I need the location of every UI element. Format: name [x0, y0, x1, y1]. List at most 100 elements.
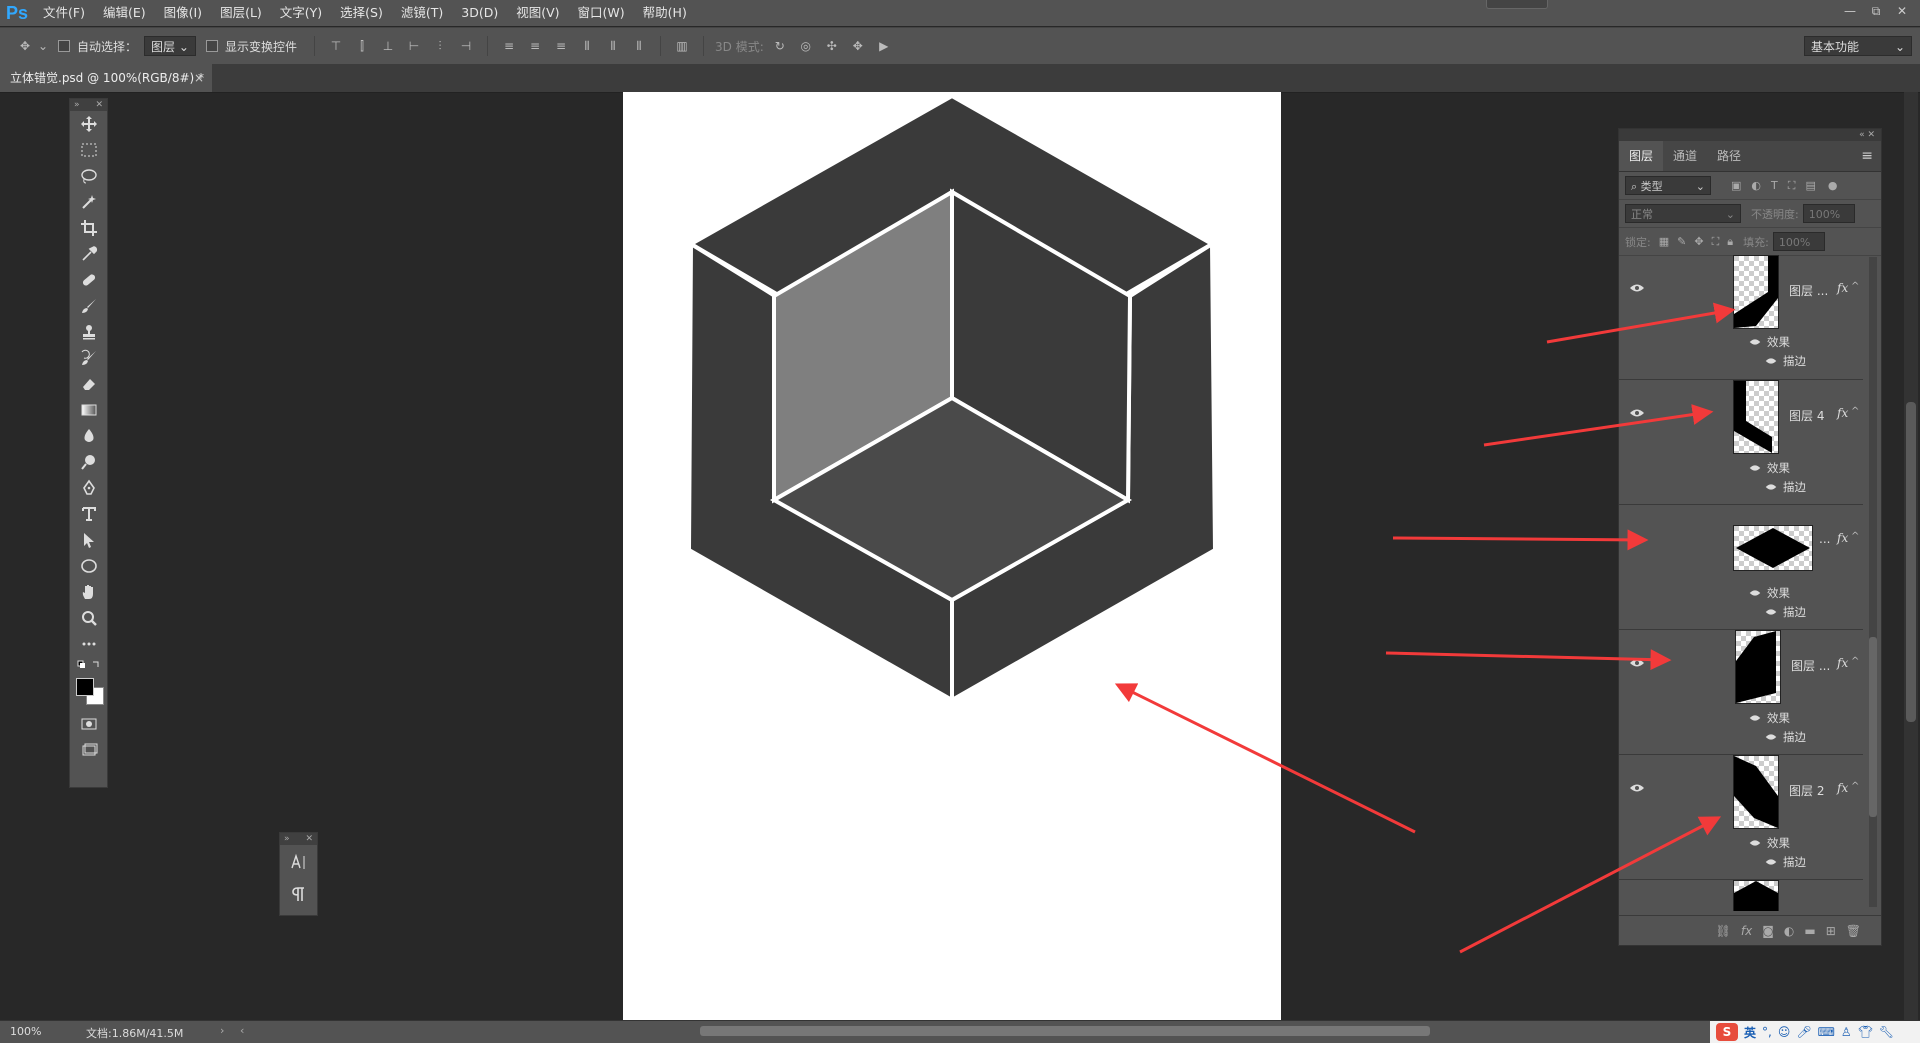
gradient-tool[interactable]	[70, 397, 107, 423]
ime-language[interactable]: 英	[1744, 1024, 1756, 1041]
blur-tool[interactable]	[70, 423, 107, 449]
path-select-tool[interactable]	[70, 527, 107, 553]
color-swatches[interactable]	[70, 675, 107, 711]
align-top-icon[interactable]: ⊤	[327, 37, 345, 55]
visibility-eye-icon[interactable]	[1749, 464, 1761, 472]
layer-name[interactable]: 图层 ...	[1791, 657, 1830, 674]
3d-scale-icon[interactable]: ▶	[875, 37, 893, 55]
zoom-level[interactable]: 100%	[10, 1025, 41, 1038]
document-canvas[interactable]	[623, 92, 1281, 1022]
distribute-hcenter-icon[interactable]: ⫴	[604, 37, 622, 55]
auto-select-dropdown[interactable]: 图层 ⌄	[144, 36, 197, 56]
minimize-button[interactable]: —	[1840, 2, 1860, 20]
user-icon[interactable]: ♙	[1841, 1025, 1852, 1039]
visibility-eye-icon[interactable]	[1749, 839, 1761, 847]
chevron-down-icon[interactable]: ⌄	[38, 37, 48, 55]
menu-view[interactable]: 视图(V)	[507, 0, 568, 26]
expand-effects-icon[interactable]: ^	[1851, 531, 1859, 542]
align-bottom-icon[interactable]: ⊥	[379, 37, 397, 55]
fx-icon[interactable]: fx	[1837, 531, 1848, 545]
workspace-dropdown[interactable]: 基本功能 ⌄	[1804, 36, 1912, 56]
collapse-icon[interactable]: «	[1859, 130, 1865, 140]
blend-mode-dropdown[interactable]: 正常 ⌄	[1625, 204, 1741, 223]
opacity-field[interactable]: 100%	[1802, 204, 1855, 223]
menu-filter[interactable]: 滤镜(T)	[392, 0, 452, 26]
effects-row[interactable]: 效果	[1749, 710, 1790, 726]
close-icon[interactable]: ✕	[1867, 130, 1875, 140]
close-icon[interactable]: ✕	[95, 99, 103, 111]
visibility-eye-icon[interactable]	[1765, 608, 1777, 616]
filter-type-icon[interactable]: T	[1771, 179, 1778, 192]
visibility-eye-icon[interactable]	[1749, 589, 1761, 597]
dodge-tool[interactable]	[70, 449, 107, 475]
expand-icon[interactable]: »	[284, 833, 290, 845]
3d-roll-icon[interactable]: ◎	[797, 37, 815, 55]
menu-3d[interactable]: 3D(D)	[452, 0, 507, 26]
visibility-eye-icon[interactable]	[1765, 858, 1777, 866]
ellipse-tool[interactable]	[70, 553, 107, 579]
fx-icon[interactable]: fx	[1837, 781, 1848, 795]
layers-scrollbar[interactable]	[1869, 257, 1877, 907]
foreground-color-swatch[interactable]	[76, 678, 94, 696]
scrollbar-thumb[interactable]	[1906, 402, 1916, 722]
eyedropper-tool[interactable]	[70, 241, 107, 267]
wrench-icon[interactable]: 🔧︎	[1879, 1025, 1894, 1039]
close-icon[interactable]: ✕	[305, 833, 313, 845]
character-panel-button[interactable]	[280, 845, 317, 879]
crop-tool[interactable]	[70, 215, 107, 241]
lock-position-icon[interactable]: ✥	[1694, 235, 1703, 248]
show-transform-checkbox[interactable]	[206, 40, 219, 52]
filter-kind-dropdown[interactable]: ⌕ 类型 ⌄	[1625, 176, 1711, 195]
filter-shape-icon[interactable]: ⛶	[1788, 179, 1796, 193]
punctuation-icon[interactable]: °,	[1762, 1025, 1772, 1039]
stroke-effect-row[interactable]: 描边	[1765, 479, 1806, 495]
3d-orbit-icon[interactable]: ↻	[771, 37, 789, 55]
history-brush-tool[interactable]	[70, 345, 107, 371]
align-left-icon[interactable]: ⊢	[405, 37, 423, 55]
visibility-eye-icon[interactable]	[1765, 733, 1777, 741]
layers-scrollbar-thumb[interactable]	[1869, 637, 1877, 817]
menu-edit[interactable]: 编辑(E)	[94, 0, 155, 26]
move-tool[interactable]	[70, 111, 107, 137]
emoji-icon[interactable]: ☺	[1778, 1025, 1791, 1039]
document-tab[interactable]: 立体错觉.psd @ 100%(RGB/8#) * ×	[0, 64, 212, 92]
close-button[interactable]: ✕	[1892, 2, 1912, 20]
visibility-eye-icon[interactable]	[1629, 408, 1645, 418]
stroke-effect-row[interactable]: 描边	[1765, 604, 1806, 620]
status-menu-arrow-icon[interactable]: ›	[220, 1024, 224, 1037]
distribute-vcenter-icon[interactable]: ≡	[526, 37, 544, 55]
align-hcenter-icon[interactable]: ⫶	[431, 37, 449, 55]
menu-select[interactable]: 选择(S)	[331, 0, 392, 26]
layer-row[interactable]: 图层 4 fx ^ 效果 描边	[1619, 380, 1863, 505]
expand-icon[interactable]: »	[74, 99, 80, 111]
layer-name[interactable]: 图层 2	[1789, 782, 1824, 799]
screen-mode-tool[interactable]	[70, 737, 107, 763]
new-group-folder-icon[interactable]: ▬	[1804, 924, 1815, 938]
restore-button[interactable]: ⧉	[1866, 2, 1886, 20]
tab-layers[interactable]: 图层	[1619, 141, 1664, 171]
3d-pan-icon[interactable]: ✣	[823, 37, 841, 55]
visibility-eye-icon[interactable]	[1765, 357, 1777, 365]
visibility-eye-icon[interactable]	[1629, 783, 1645, 793]
layer-name[interactable]: 图层 4	[1789, 407, 1824, 424]
filter-toggle-icon[interactable]: ●	[1828, 179, 1838, 192]
character-panel-header[interactable]: » ✕	[280, 833, 317, 845]
add-style-fx-icon[interactable]: fx	[1741, 924, 1752, 938]
fx-icon[interactable]: fx	[1837, 406, 1848, 420]
menu-window[interactable]: 窗口(W)	[569, 0, 634, 26]
move-tool-icon[interactable]: ✥	[16, 37, 34, 55]
default-colors[interactable]	[70, 657, 107, 675]
stroke-effect-row[interactable]: 描边	[1765, 854, 1806, 870]
visibility-eye-icon[interactable]	[1749, 714, 1761, 722]
quick-mask-tool[interactable]	[70, 711, 107, 737]
expand-effects-icon[interactable]: ^	[1851, 406, 1859, 417]
fx-icon[interactable]: fx	[1837, 656, 1848, 670]
canvas-vertical-scrollbar[interactable]	[1904, 92, 1918, 1022]
delete-layer-trash-icon[interactable]: 🗑︎	[1846, 924, 1861, 938]
adjustment-layer-icon[interactable]: ◐	[1784, 924, 1794, 938]
pen-tool[interactable]	[70, 475, 107, 501]
magic-wand-tool[interactable]	[70, 189, 107, 215]
brush-tool[interactable]	[70, 293, 107, 319]
layer-name[interactable]: ...	[1819, 532, 1830, 546]
align-vcenter-icon[interactable]: ⫿	[353, 37, 371, 55]
